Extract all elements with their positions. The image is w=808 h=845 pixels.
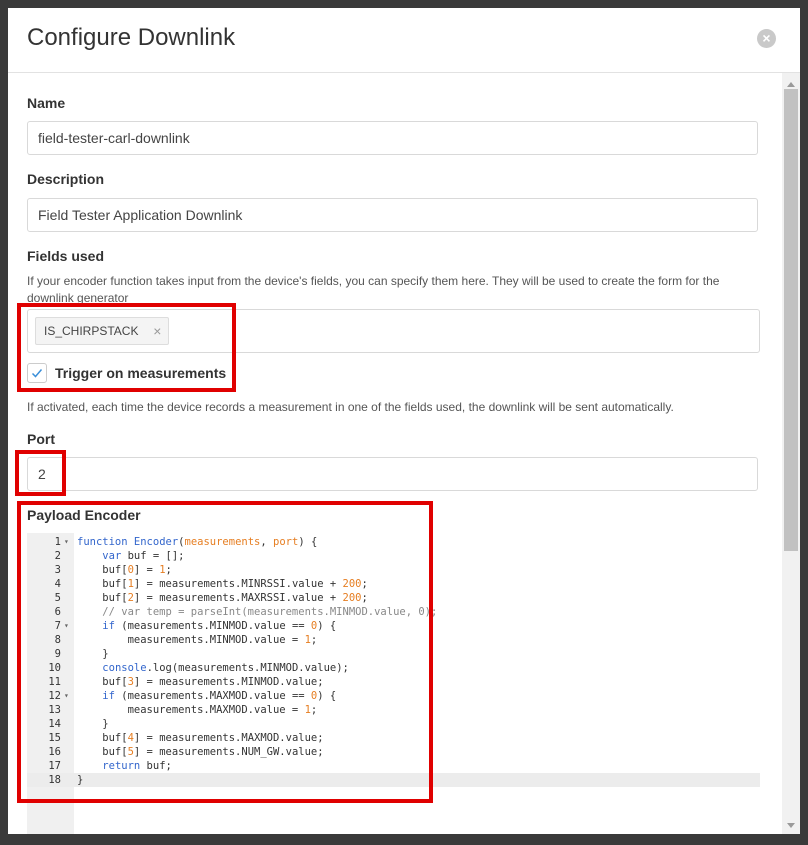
description-label: Description bbox=[27, 171, 105, 187]
scroll-up-icon[interactable] bbox=[787, 82, 795, 87]
code-line[interactable]: 7 ▾ if (measurements.MINMOD.value == 0) { bbox=[27, 619, 760, 633]
line-number: 15 bbox=[48, 732, 61, 744]
line-number: 5 bbox=[54, 592, 61, 604]
code-line[interactable]: 11 buf[3] = measurements.MINMOD.value; bbox=[27, 675, 760, 689]
line-number: 9 bbox=[54, 648, 61, 660]
code-text: // var temp = parseInt(measurements.MINM… bbox=[77, 606, 438, 618]
code-line[interactable]: 18} bbox=[27, 773, 760, 787]
code-text: } bbox=[77, 648, 109, 660]
port-input[interactable]: 2 bbox=[27, 457, 758, 491]
code-line[interactable]: 1 ▾ function Encoder(measurements, port) { bbox=[27, 535, 760, 549]
code-text: if (measurements.MAXMOD.value == 0) { bbox=[102, 690, 337, 702]
name-label: Name bbox=[27, 95, 66, 111]
modal-scrollbar[interactable] bbox=[782, 73, 800, 834]
code-text: buf[0] = 1; bbox=[77, 564, 172, 576]
fold-arrow-icon[interactable]: ▾ bbox=[64, 689, 69, 703]
code-line[interactable]: 12 ▾ if (measurements.MAXMOD.value == 0) … bbox=[27, 689, 760, 703]
fold-arrow-icon[interactable]: ▾ bbox=[64, 619, 69, 633]
field-tag-label: IS_CHIRPSTACK bbox=[44, 324, 139, 338]
code-line[interactable]: 4 buf[1] = measurements.MINRSSI.value + … bbox=[27, 577, 760, 591]
trigger-checkbox[interactable] bbox=[27, 363, 47, 383]
code-line[interactable]: 3 buf[0] = 1; bbox=[27, 563, 760, 577]
fold-arrow-icon[interactable]: ▾ bbox=[64, 535, 69, 549]
line-number: 18 bbox=[48, 774, 61, 786]
field-tag: IS_CHIRPSTACK × bbox=[35, 317, 170, 345]
code-text: buf[1] = measurements.MINRSSI.value + 20… bbox=[77, 578, 368, 590]
fields-used-help: If your encoder function takes input fro… bbox=[27, 274, 720, 305]
configure-downlink-modal: Configure Downlink × Name field-tester-c… bbox=[8, 8, 800, 834]
close-icon[interactable]: × bbox=[153, 318, 161, 344]
line-number: 7 bbox=[54, 620, 61, 632]
line-number: 16 bbox=[48, 746, 61, 758]
line-number: 10 bbox=[48, 662, 61, 674]
code-text: measurements.MAXMOD.value = 1; bbox=[77, 704, 318, 716]
code-line[interactable]: 6 // var temp = parseInt(measurements.MI… bbox=[27, 605, 760, 619]
line-number: 12 bbox=[48, 690, 61, 702]
line-number: 6 bbox=[54, 606, 61, 618]
checkmark-icon bbox=[31, 369, 43, 378]
code-line[interactable]: 14 } bbox=[27, 717, 760, 731]
scroll-down-icon[interactable] bbox=[787, 823, 795, 828]
line-number: 11 bbox=[48, 676, 61, 688]
code-editor[interactable]: 1 ▾ function Encoder(measurements, port) {… bbox=[27, 533, 760, 834]
trigger-label: Trigger on measurements bbox=[55, 365, 227, 381]
payload-encoder-label: Payload Encoder bbox=[27, 507, 141, 523]
modal-title: Configure Downlink bbox=[27, 24, 236, 51]
code-text: buf[5] = measurements.NUM_GW.value; bbox=[77, 746, 324, 758]
code-text: var buf = []; bbox=[102, 550, 185, 562]
code-line[interactable]: 10 console.log(measurements.MINMOD.value… bbox=[27, 661, 760, 675]
code-line[interactable]: 9 } bbox=[27, 647, 760, 661]
line-number: 1 bbox=[54, 536, 61, 548]
line-number: 2 bbox=[54, 550, 61, 562]
code-line[interactable]: 13 measurements.MAXMOD.value = 1; bbox=[27, 703, 760, 717]
code-line[interactable]: 15 buf[4] = measurements.MAXMOD.value; bbox=[27, 731, 760, 745]
line-number: 14 bbox=[48, 718, 61, 730]
code-text: buf[4] = measurements.MAXMOD.value; bbox=[77, 732, 324, 744]
code-text: return buf; bbox=[102, 760, 172, 772]
code-line[interactable]: 2 var buf = []; bbox=[27, 549, 760, 563]
line-number: 8 bbox=[54, 634, 61, 646]
line-number: 17 bbox=[48, 760, 61, 772]
code-line[interactable]: 8 measurements.MINMOD.value = 1; bbox=[27, 633, 760, 647]
name-input[interactable]: field-tester-carl-downlink bbox=[27, 121, 758, 155]
code-text: } bbox=[77, 774, 84, 786]
code-text: console.log(measurements.MINMOD.value); bbox=[102, 662, 349, 674]
code-text: if (measurements.MINMOD.value == 0) { bbox=[102, 620, 337, 632]
fields-tag-input[interactable]: IS_CHIRPSTACK × bbox=[27, 309, 760, 353]
code-line[interactable]: 17 return buf; bbox=[27, 759, 760, 773]
code-line[interactable]: 16 buf[5] = measurements.NUM_GW.value; bbox=[27, 745, 760, 759]
fields-used-label: Fields used bbox=[27, 248, 105, 264]
code-line[interactable]: 5 buf[2] = measurements.MAXRSSI.value + … bbox=[27, 591, 760, 605]
modal-header: Configure Downlink × bbox=[8, 8, 800, 73]
code-text: } bbox=[77, 718, 109, 730]
code-text: buf[2] = measurements.MAXRSSI.value + 20… bbox=[77, 592, 368, 604]
line-number: 13 bbox=[48, 704, 61, 716]
description-input[interactable]: Field Tester Application Downlink bbox=[27, 198, 758, 232]
code-text: measurements.MINMOD.value = 1; bbox=[77, 634, 318, 646]
code-text: function Encoder(measurements, port) { bbox=[77, 536, 318, 548]
line-number: 4 bbox=[54, 578, 61, 590]
close-icon[interactable]: × bbox=[757, 29, 776, 48]
scrollbar-thumb[interactable] bbox=[784, 89, 798, 551]
trigger-help: If activated, each time the device recor… bbox=[27, 400, 674, 414]
line-number: 3 bbox=[54, 564, 61, 576]
code-text: buf[3] = measurements.MINMOD.value; bbox=[77, 676, 324, 688]
port-label: Port bbox=[27, 431, 55, 447]
